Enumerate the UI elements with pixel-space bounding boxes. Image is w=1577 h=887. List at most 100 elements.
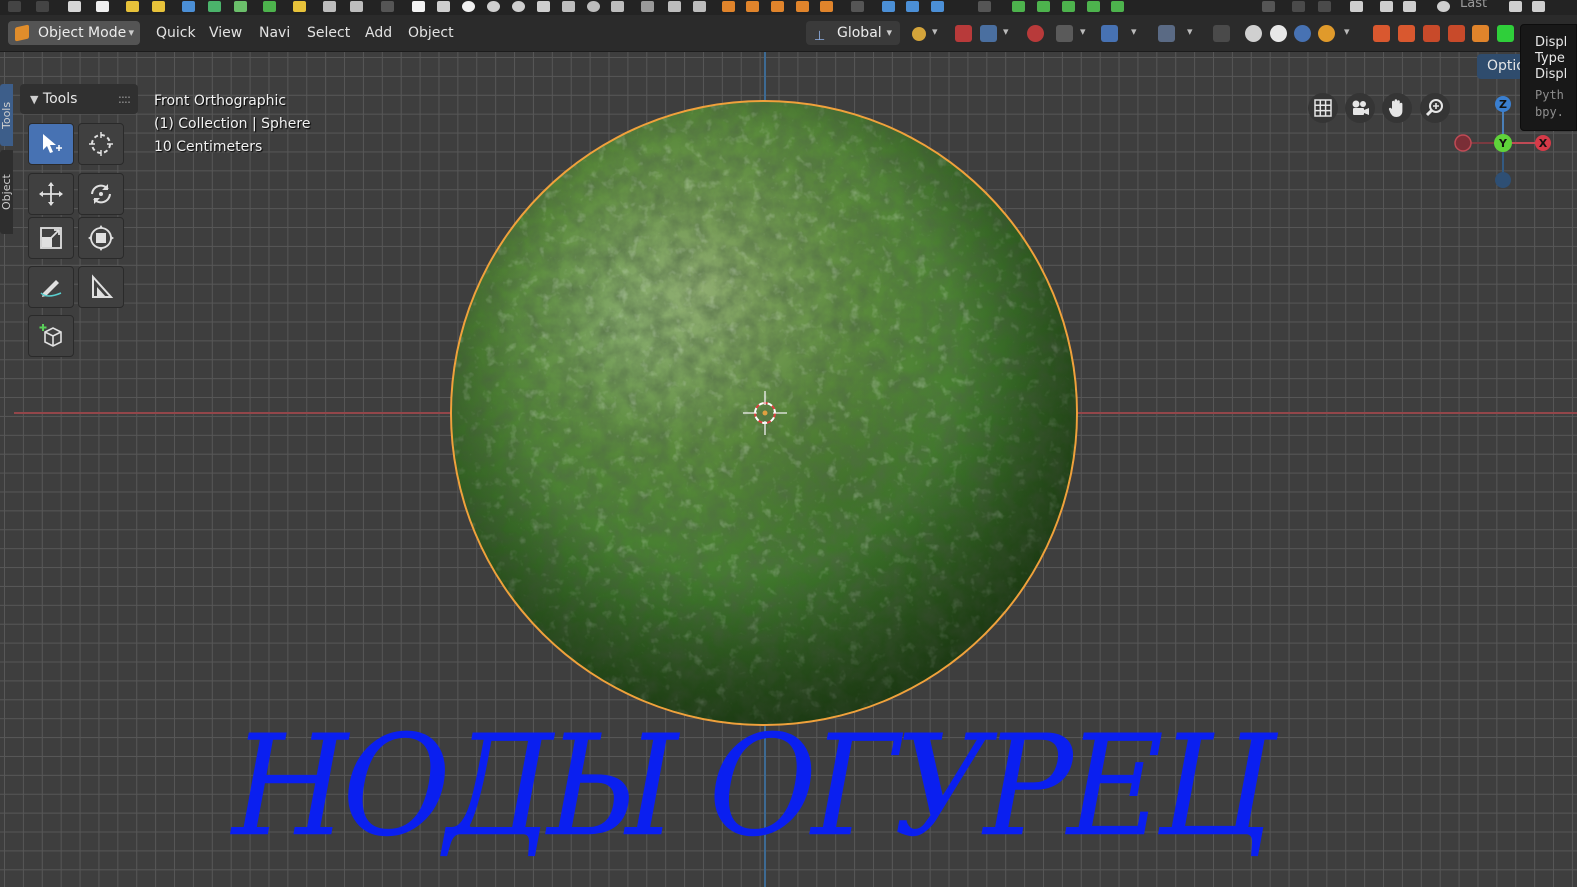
new-file-icon[interactable] [68, 1, 81, 12]
menu-object[interactable]: Object [408, 21, 454, 45]
last-operator-label[interactable]: Last [1460, 0, 1487, 11]
object-mode-dropdown[interactable]: Object Mode ▾ [8, 21, 140, 45]
cylinder-icon[interactable] [437, 1, 450, 12]
toggle-icon[interactable] [1509, 1, 1522, 12]
tab-object[interactable]: Object [0, 150, 13, 234]
cursor-tool-button[interactable] [78, 123, 124, 165]
snap-element-icon[interactable] [980, 25, 997, 42]
negative-z-handle[interactable] [1495, 172, 1511, 188]
keyframe-icon[interactable] [1012, 1, 1025, 12]
import-icon[interactable] [263, 1, 276, 12]
shop-icon[interactable] [1448, 25, 1465, 42]
armature-icon[interactable] [668, 1, 681, 12]
chevron-down-icon[interactable] [978, 1, 991, 12]
save-icon[interactable] [182, 1, 195, 12]
redo-icon[interactable] [1318, 1, 1331, 12]
camera-view-button[interactable] [1345, 93, 1375, 123]
zoom-view-button[interactable] [1420, 93, 1450, 123]
menu-quick[interactable]: Quick [156, 21, 196, 45]
drag-grip-icon[interactable]: :::: [118, 84, 131, 114]
chevron-down-icon[interactable] [381, 1, 394, 12]
rotate-tool-button[interactable] [78, 173, 124, 215]
export-icon[interactable] [293, 1, 306, 12]
speaker-icon[interactable] [820, 1, 833, 12]
edit-icon[interactable] [1532, 1, 1545, 12]
3d-viewport[interactable]: Tools Object ▼ Tools :::: Front Orthogra… [0, 52, 1577, 887]
move-tool-button[interactable] [28, 173, 74, 215]
negative-x-handle[interactable] [1454, 134, 1472, 152]
proportional-editing-icon[interactable] [1027, 25, 1044, 42]
save-as-icon[interactable] [208, 1, 221, 12]
proportional-falloff-icon[interactable] [1056, 25, 1073, 42]
chevron-down-icon[interactable]: ▾ [1003, 25, 1009, 38]
overlays-icon[interactable] [1158, 25, 1175, 42]
gizmo-toggle-icon[interactable] [1101, 25, 1118, 42]
keyframe-clear-icon[interactable] [1087, 1, 1100, 12]
scale-tool-button[interactable] [28, 217, 74, 259]
text-icon[interactable] [746, 1, 759, 12]
select-box-tool-button[interactable] [28, 123, 74, 165]
material-preview-icon[interactable] [1294, 25, 1311, 42]
tab-tools[interactable]: Tools [0, 84, 13, 146]
home-icon[interactable] [1373, 25, 1390, 42]
save-copy-icon[interactable] [234, 1, 247, 12]
chevron-down-icon[interactable]: ▾ [1187, 25, 1193, 38]
light-icon[interactable] [693, 1, 706, 12]
torus-icon[interactable] [587, 1, 600, 12]
grid-icon[interactable] [611, 1, 624, 12]
annotate-tool-button[interactable] [28, 266, 74, 308]
undo-icon[interactable] [1292, 1, 1305, 12]
toggle-ortho-button[interactable] [1308, 93, 1338, 123]
chevron-down-icon[interactable] [851, 1, 864, 12]
render-settings-icon[interactable] [1350, 1, 1363, 12]
measure-tool-button[interactable] [78, 266, 124, 308]
keyframe-insert-icon[interactable] [1037, 1, 1050, 12]
folder-icon[interactable] [126, 1, 139, 12]
chevron-down-icon[interactable]: ▾ [1344, 25, 1350, 38]
chevron-down-icon[interactable]: ▾ [1080, 25, 1086, 38]
add-cube-tool-button[interactable] [28, 315, 74, 357]
uv-sphere-icon[interactable] [487, 1, 500, 12]
cone-icon[interactable] [537, 1, 550, 12]
chevron-down-icon[interactable]: ▾ [932, 25, 938, 38]
keyframe-jump-icon[interactable] [1111, 1, 1124, 12]
tools-panel-header[interactable]: ▼ Tools :::: [20, 84, 138, 114]
rendered-shading-icon[interactable] [1318, 25, 1335, 42]
color-swatch-icon[interactable] [1472, 25, 1489, 42]
menu-select[interactable]: Select [307, 21, 350, 45]
monkey-icon[interactable] [562, 1, 575, 12]
chevron-down-icon[interactable]: ▾ [1131, 25, 1137, 38]
render-icon[interactable] [323, 1, 336, 12]
options-dropdown[interactable]: Optio [1477, 54, 1523, 79]
solid-shading-icon[interactable] [1270, 25, 1287, 42]
pan-view-button[interactable] [1382, 93, 1412, 123]
append-icon[interactable] [906, 1, 919, 12]
menu-navi[interactable]: Navi [259, 21, 290, 45]
home-alt-icon[interactable] [1398, 25, 1415, 42]
particles-icon[interactable] [931, 1, 944, 12]
green-square-icon[interactable] [1497, 25, 1514, 42]
pivot-point-icon[interactable] [912, 27, 926, 41]
sphere-icon[interactable] [462, 1, 475, 12]
file-icon[interactable] [96, 1, 109, 12]
3d-cursor-icon[interactable] [741, 389, 789, 437]
folder-open-icon[interactable] [152, 1, 165, 12]
building-icon[interactable] [1423, 25, 1440, 42]
curve-icon[interactable] [722, 1, 735, 12]
camera-icon[interactable] [796, 1, 809, 12]
cube-icon[interactable] [412, 1, 425, 12]
link-icon[interactable] [882, 1, 895, 12]
chevron-down-icon[interactable] [36, 1, 49, 12]
lattice-icon[interactable] [771, 1, 784, 12]
wireframe-shading-icon[interactable] [1245, 25, 1262, 42]
chevron-down-icon[interactable] [8, 1, 21, 12]
keyframe-delete-icon[interactable] [1062, 1, 1075, 12]
ico-sphere-icon[interactable] [512, 1, 525, 12]
empty-icon[interactable] [641, 1, 654, 12]
transform-orientation-dropdown[interactable]: ⊥ Global ▾ [806, 21, 900, 45]
menu-view[interactable]: View [209, 21, 242, 45]
screenshot-icon[interactable] [1380, 1, 1393, 12]
snap-icon[interactable] [955, 25, 972, 42]
render-animation-icon[interactable] [350, 1, 363, 12]
gear-icon[interactable] [1437, 1, 1450, 12]
